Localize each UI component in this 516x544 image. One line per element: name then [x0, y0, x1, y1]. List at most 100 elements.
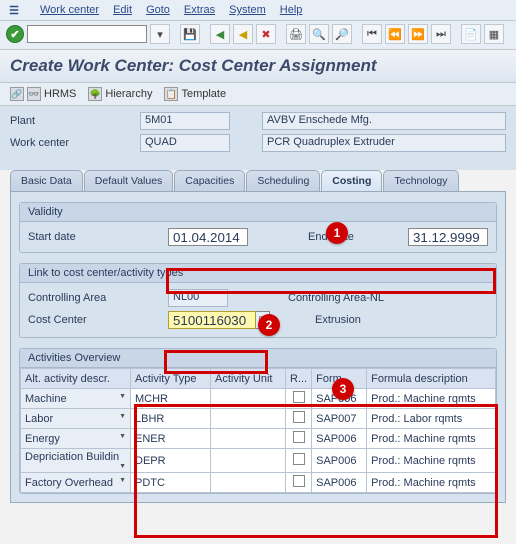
menu-extras[interactable]: Extras [184, 4, 215, 16]
cell-activity-unit[interactable] [211, 449, 286, 473]
ok-icon[interactable]: ✔ [6, 25, 24, 43]
col-formula-desc[interactable]: Formula description [367, 369, 496, 389]
cancel-icon[interactable]: ✖ [256, 24, 276, 44]
dropdown-arrow-icon[interactable]: ▼ [119, 477, 126, 484]
link-icon: 🔗 [10, 87, 24, 101]
cell-r[interactable] [286, 429, 312, 449]
first-page-icon[interactable]: ⏮ [362, 24, 382, 44]
cell-activity-unit[interactable] [211, 429, 286, 449]
cell-alt-descr[interactable]: Energy▼ [21, 429, 131, 449]
cell-form[interactable]: SAP006 [312, 429, 367, 449]
table-header-row: Alt. activity descr. Activity Type Activ… [21, 369, 496, 389]
cell-form[interactable]: SAP006 [312, 473, 367, 493]
exit-icon[interactable]: ◀ [233, 24, 253, 44]
hrms-button[interactable]: 🔗 👓 HRMS [10, 87, 76, 101]
tab-body: Validity Start date End Date Link to cos… [10, 191, 506, 503]
checkbox[interactable] [293, 475, 305, 487]
checkbox[interactable] [293, 411, 305, 423]
end-date-input[interactable] [408, 228, 488, 246]
controlling-area-label: Controlling Area [28, 292, 168, 304]
tab-technology[interactable]: Technology [383, 170, 458, 191]
cell-r[interactable] [286, 449, 312, 473]
cell-r[interactable] [286, 409, 312, 429]
app-menu-icon[interactable]: ☰ [6, 2, 22, 18]
tab-capacities[interactable]: Capacities [174, 170, 245, 191]
template-button[interactable]: 📋 Template [164, 87, 226, 101]
cost-center-value-help-icon[interactable]: ☐ [256, 311, 270, 329]
dropdown-arrow-icon[interactable]: ▼ [119, 413, 126, 420]
table-row[interactable]: Depriciation Buildin▼DEPRSAP006Prod.: Ma… [21, 449, 496, 473]
col-activity-type[interactable]: Activity Type [131, 369, 211, 389]
controlling-area-desc: Controlling Area-NL [288, 292, 384, 304]
col-form[interactable]: Form... [312, 369, 367, 389]
cell-activity-unit[interactable] [211, 473, 286, 493]
cost-center-input[interactable] [168, 311, 256, 329]
cell-activity-unit[interactable] [211, 409, 286, 429]
back-icon[interactable]: ◀ [210, 24, 230, 44]
cell-form[interactable]: SAP006 [312, 449, 367, 473]
dropdown-arrow-icon[interactable]: ▼ [119, 433, 126, 440]
cell-activity-type[interactable]: DEPR [131, 449, 211, 473]
table-row[interactable]: Labor▼LBHRSAP007Prod.: Labor rqmts [21, 409, 496, 429]
menu-work-center[interactable]: Work center [40, 4, 99, 16]
cell-alt-descr[interactable]: Factory Overhead▼ [21, 473, 131, 493]
tab-basic-data[interactable]: Basic Data [10, 170, 83, 191]
col-alt-descr[interactable]: Alt. activity descr. [21, 369, 131, 389]
cell-activity-type[interactable]: MCHR [131, 389, 211, 409]
template-icon: 📋 [164, 87, 178, 101]
start-date-label: Start date [28, 231, 168, 243]
dropdown-arrow-icon[interactable]: ▼ [119, 393, 126, 400]
plant-desc: AVBV Enschede Mfg. [262, 112, 506, 130]
cell-activity-type[interactable]: LBHR [131, 409, 211, 429]
cost-center-desc: Extrusion [315, 314, 361, 326]
table-row[interactable]: Energy▼ENERSAP006Prod.: Machine rqmts [21, 429, 496, 449]
cell-alt-descr[interactable]: Labor▼ [21, 409, 131, 429]
checkbox[interactable] [293, 453, 305, 465]
cell-activity-type[interactable]: PDTC [131, 473, 211, 493]
cell-activity-unit[interactable] [211, 389, 286, 409]
col-r[interactable]: R... [286, 369, 312, 389]
cell-alt-descr[interactable]: Machine▼ [21, 389, 131, 409]
tab-scheduling[interactable]: Scheduling [246, 170, 320, 191]
print-icon[interactable]: 🖨 [286, 24, 306, 44]
menu-edit[interactable]: Edit [113, 4, 132, 16]
hierarchy-icon: 🌳 [88, 87, 102, 101]
menu-help[interactable]: Help [280, 4, 303, 16]
new-session-icon[interactable]: 📄 [461, 24, 481, 44]
find-next-icon[interactable]: 🔎 [332, 24, 352, 44]
layout-icon[interactable]: ▦ [484, 24, 504, 44]
start-date-input[interactable] [168, 228, 248, 246]
col-activity-unit[interactable]: Activity Unit [211, 369, 286, 389]
table-row[interactable]: Machine▼MCHRSAP006Prod.: Machine rqmts [21, 389, 496, 409]
tab-costing[interactable]: Costing [321, 170, 382, 191]
validity-group: Validity Start date End Date [19, 202, 497, 253]
cell-form[interactable]: SAP006 [312, 389, 367, 409]
checkbox[interactable] [293, 431, 305, 443]
cell-form[interactable]: SAP007 [312, 409, 367, 429]
hierarchy-label: Hierarchy [105, 88, 152, 100]
cost-center-label: Cost Center [28, 314, 168, 326]
cell-alt-descr[interactable]: Depriciation Buildin▼ [21, 449, 131, 473]
checkbox[interactable] [293, 391, 305, 403]
next-page-icon[interactable]: ⏩ [408, 24, 428, 44]
menu-system[interactable]: System [229, 4, 266, 16]
find-icon[interactable]: 🔍 [309, 24, 329, 44]
link-title: Link to cost center/activity types [20, 264, 496, 283]
table-row[interactable]: Factory Overhead▼PDTCSAP006Prod.: Machin… [21, 473, 496, 493]
tab-default-values[interactable]: Default Values [84, 170, 174, 191]
dropdown-arrow-icon[interactable]: ▼ [119, 463, 126, 470]
link-group: Link to cost center/activity types Contr… [19, 263, 497, 338]
plant-label: Plant [10, 115, 140, 127]
cell-r[interactable] [286, 389, 312, 409]
menu-goto[interactable]: Goto [146, 4, 170, 16]
wc-label: Work center [10, 137, 140, 149]
dropdown-icon[interactable]: ▾ [150, 24, 170, 44]
save-icon[interactable]: 💾 [180, 24, 200, 44]
cell-r[interactable] [286, 473, 312, 493]
last-page-icon[interactable]: ⏭ [431, 24, 451, 44]
hierarchy-button[interactable]: 🌳 Hierarchy [88, 87, 152, 101]
cell-activity-type[interactable]: ENER [131, 429, 211, 449]
command-field[interactable] [27, 25, 147, 43]
prev-page-icon[interactable]: ⏪ [385, 24, 405, 44]
end-date-label: End Date [308, 231, 408, 243]
